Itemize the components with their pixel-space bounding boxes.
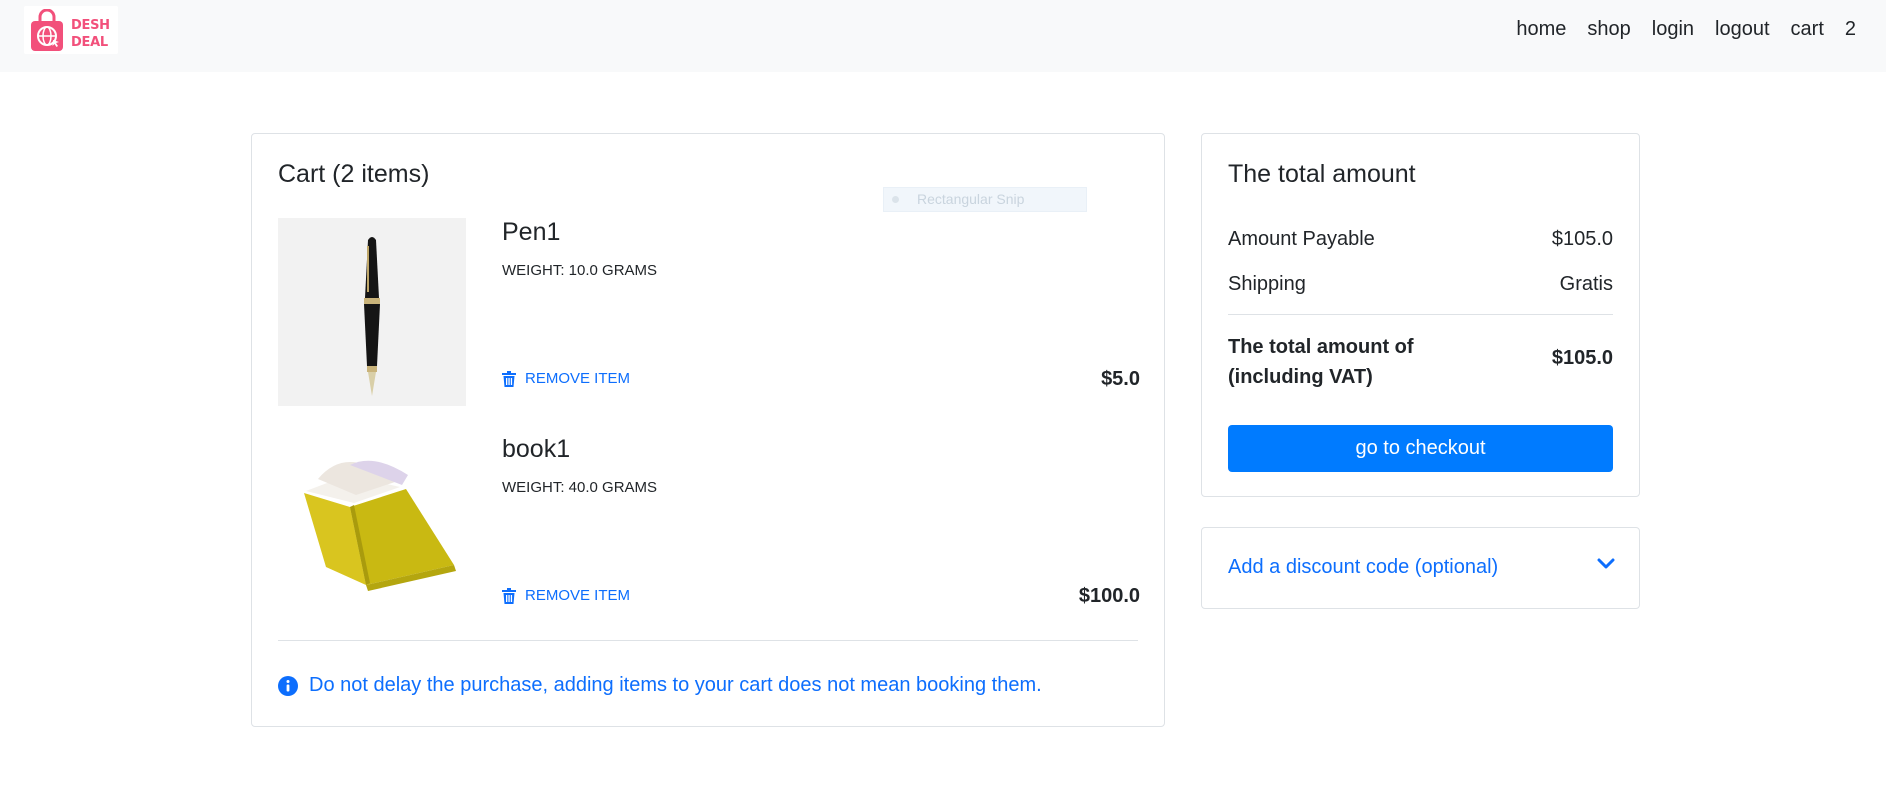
- cart-title: Cart (2 items): [278, 160, 430, 188]
- nav-login-link[interactable]: login: [1652, 18, 1694, 41]
- item-name: book1: [502, 435, 571, 463]
- nav-home-link[interactable]: home: [1516, 18, 1566, 41]
- discount-toggle[interactable]: Add a discount code (optional): [1228, 556, 1498, 579]
- shopping-bag-icon: [31, 9, 63, 51]
- item-weight: WEIGHT: 40.0 GRAMS: [502, 479, 658, 496]
- item-name: Pen1: [502, 218, 561, 246]
- nav-shop-link[interactable]: shop: [1587, 18, 1630, 41]
- total-label: The total amount of (including VAT): [1228, 336, 1414, 388]
- yellow-book-image: [304, 460, 456, 591]
- summary-title: The total amount: [1228, 160, 1416, 188]
- info-icon: [278, 675, 298, 696]
- trash-icon: [502, 587, 516, 604]
- navbar: DESH DEAL home shop login logout cart 2: [0, 0, 1886, 72]
- chevron-down-icon[interactable]: [1597, 558, 1615, 570]
- product-image-pen[interactable]: [278, 218, 466, 406]
- cart-count-badge[interactable]: 2: [1845, 18, 1856, 41]
- nav-links: home shop login logout cart 2: [1516, 18, 1856, 41]
- snip-overlay: Rectangular Snip: [883, 187, 1087, 212]
- order-summary-card: The total amount Amount Payable $105.0 S…: [1201, 133, 1640, 497]
- pen-image: [364, 237, 380, 396]
- brand-wordmark: DESH DEAL: [71, 18, 110, 50]
- product-image-book[interactable]: [278, 435, 466, 623]
- snip-dot-icon: [892, 196, 899, 203]
- brand-logo[interactable]: DESH DEAL: [24, 6, 118, 54]
- purchase-notice: Do not delay the purchase, adding items …: [278, 674, 1042, 697]
- cart-card: Cart (2 items) Rectangular Snip Pen1 WEI…: [251, 133, 1165, 727]
- item-price: $100.0: [1078, 585, 1140, 607]
- nav-logout-link[interactable]: logout: [1715, 18, 1770, 41]
- amount-payable-row: Amount Payable $105.0: [1228, 228, 1613, 250]
- item-weight: WEIGHT: 10.0 GRAMS: [502, 262, 658, 279]
- total-value: $105.0: [1551, 347, 1613, 369]
- item-price: $5.0: [1101, 368, 1140, 390]
- discount-card[interactable]: Add a discount code (optional): [1201, 527, 1640, 609]
- summary-divider: [1228, 314, 1613, 315]
- nav-cart-link[interactable]: cart: [1791, 18, 1824, 41]
- cart-divider: [278, 640, 1138, 641]
- remove-item-button[interactable]: REMOVE ITEM: [502, 370, 630, 387]
- remove-item-button[interactable]: REMOVE ITEM: [502, 587, 630, 604]
- shipping-row: Shipping Gratis: [1228, 273, 1613, 295]
- checkout-button[interactable]: go to checkout: [1228, 425, 1613, 472]
- trash-icon: [502, 370, 516, 387]
